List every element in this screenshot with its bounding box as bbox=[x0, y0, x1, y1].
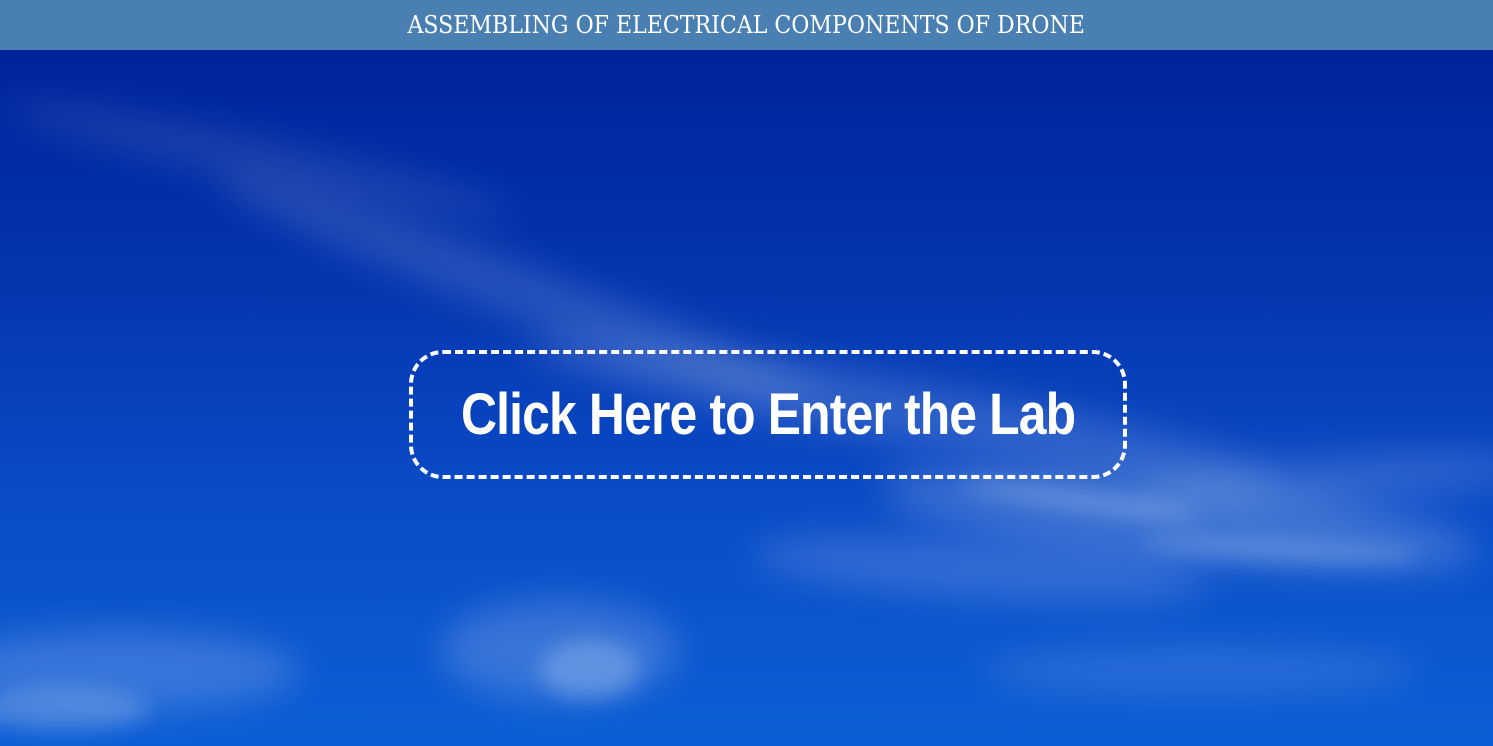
header-bar: ASSEMBLING OF ELECTRICAL COMPONENTS OF D… bbox=[0, 0, 1493, 50]
enter-lab-button[interactable]: Click Here to Enter the Lab bbox=[409, 350, 1127, 479]
enter-lab-label: Click Here to Enter the Lab bbox=[460, 382, 1076, 447]
page-title: ASSEMBLING OF ELECTRICAL COMPONENTS OF D… bbox=[407, 11, 1086, 39]
